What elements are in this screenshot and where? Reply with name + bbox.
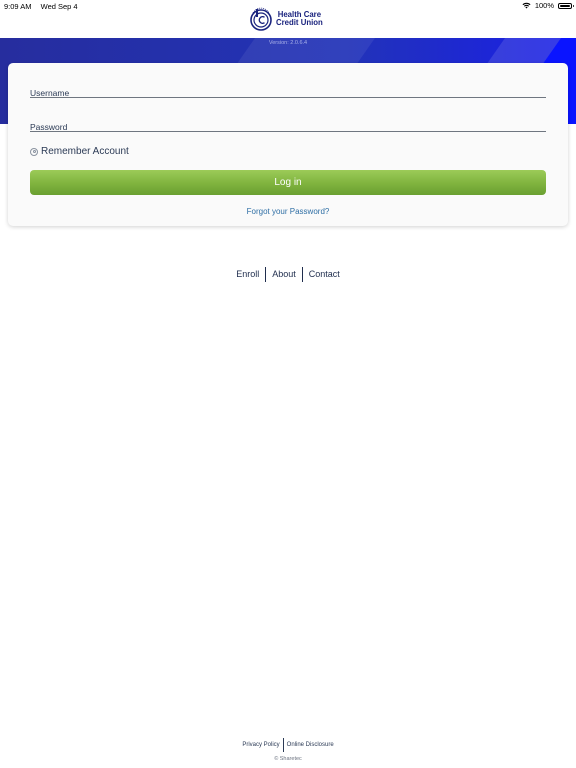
password-input[interactable] [30, 120, 546, 134]
logo-line-2: Credit Union [276, 18, 323, 27]
login-button[interactable]: Log in [30, 170, 546, 195]
secondary-nav: Enroll About Contact [0, 267, 576, 282]
contact-link[interactable]: Contact [303, 267, 346, 282]
about-link[interactable]: About [266, 267, 302, 282]
privacy-policy-link[interactable]: Privacy Policy [239, 738, 282, 752]
forgot-password-link[interactable]: Forgot your Password? [8, 207, 568, 216]
online-disclosure-link[interactable]: Online Disclosure [284, 738, 337, 752]
status-left: 9:09 AM Wed Sep 4 [4, 2, 78, 11]
battery-fill [560, 4, 570, 7]
footer-links: Privacy Policy Online Disclosure [0, 738, 576, 752]
app-version: Version: 2.0.6.4 [268, 40, 308, 46]
status-date: Wed Sep 4 [40, 2, 78, 11]
battery-percent: 100% [534, 1, 554, 10]
copyright-text: © Sharetec [274, 756, 302, 762]
wifi-icon [522, 2, 531, 9]
status-right: 100% [522, 1, 574, 10]
enroll-link[interactable]: Enroll [230, 267, 265, 282]
remember-account-toggle[interactable]: Remember Account [30, 146, 129, 157]
status-time: 9:09 AM [4, 2, 32, 11]
brand-logo: Health Care Credit Union [249, 6, 323, 32]
battery-icon [558, 2, 574, 9]
login-card: Remember Account Log in Forgot your Pass… [8, 63, 568, 226]
username-field-wrap [30, 83, 546, 100]
password-field-wrap [30, 117, 546, 134]
username-input[interactable] [30, 86, 546, 100]
remember-account-label: Remember Account [41, 146, 129, 157]
credit-union-logo-icon [250, 7, 272, 31]
app-page: 9:09 AM Wed Sep 4 100% Health Care Credi… [0, 0, 576, 768]
logo-text: Health Care Credit Union [276, 10, 323, 28]
remember-radio-icon[interactable] [30, 147, 38, 156]
